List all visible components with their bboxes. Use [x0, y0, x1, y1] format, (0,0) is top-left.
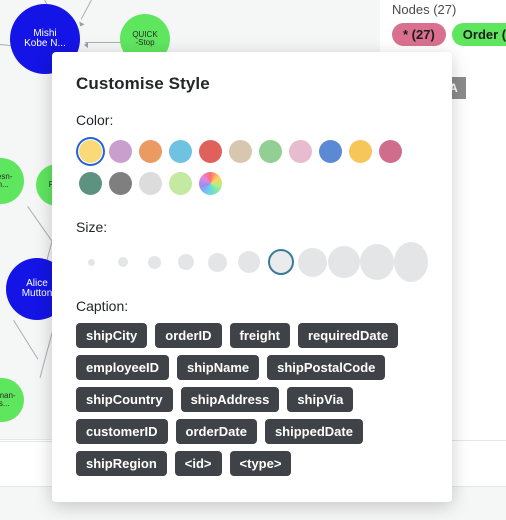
color-swatch-tan[interactable]: [226, 137, 255, 166]
size-option-8[interactable]: [297, 244, 329, 280]
color-swatch-fill: [79, 172, 102, 195]
color-swatch-purple[interactable]: [106, 137, 135, 166]
color-swatch-fill: [169, 172, 192, 195]
caption-option-chip[interactable]: <id>: [174, 451, 222, 476]
color-swatch-gray[interactable]: [106, 169, 135, 198]
size-option-row[interactable]: [76, 242, 428, 282]
caption-section-label: Caption:: [76, 298, 129, 314]
size-option-11[interactable]: [394, 242, 428, 282]
size-option-dot: [118, 257, 129, 267]
graph-node-label: ehman- ns...: [0, 390, 16, 408]
color-swatch-fill: [259, 140, 282, 163]
graph-node-label: QUICK -Stop: [132, 29, 158, 47]
caption-option-chip[interactable]: requiredDate: [297, 323, 399, 348]
caption-option-chip[interactable]: orderDate: [175, 419, 257, 444]
caption-option-chip[interactable]: shipVia: [287, 387, 354, 412]
size-option-9[interactable]: [328, 244, 360, 280]
node-label-chip-all[interactable]: * (27): [392, 23, 446, 46]
size-option-1[interactable]: [76, 244, 108, 280]
size-section-label: Size:: [76, 219, 108, 235]
size-option-5[interactable]: [202, 244, 234, 280]
caption-section: Caption: shipCity orderID freight requiredD…: [76, 298, 428, 476]
color-swatch-red[interactable]: [196, 137, 225, 166]
color-section-label: Color:: [76, 112, 114, 128]
size-option-dot: [267, 249, 294, 275]
color-swatch-fill: [169, 140, 192, 163]
size-option-dot: [148, 255, 162, 269]
size-option-2[interactable]: [108, 244, 140, 280]
graph-edge: [13, 320, 39, 360]
graph-node[interactable]: ehman- ns...: [0, 378, 24, 422]
caption-option-chip[interactable]: orderID: [155, 323, 222, 348]
color-swatch-fill: [319, 140, 342, 163]
node-label-chip-row: * (27) Order (: [388, 17, 506, 46]
caption-option-chip[interactable]: shipName: [176, 355, 260, 380]
color-swatch-color-wheel[interactable]: [196, 169, 225, 198]
color-swatch-fill: [379, 140, 402, 163]
size-option-10[interactable]: [360, 244, 394, 280]
caption-option-chip[interactable]: shipCountry: [76, 387, 173, 412]
color-swatch-fill: [289, 140, 312, 163]
caption-option-chip[interactable]: shipPostalCode: [267, 355, 386, 380]
color-swatch-fill: [349, 140, 372, 163]
color-swatch-fill: [109, 140, 132, 163]
color-swatch-blue[interactable]: [316, 137, 345, 166]
color-swatch-light-green[interactable]: [256, 137, 285, 166]
caption-option-chip[interactable]: shipRegion: [76, 451, 167, 476]
color-swatch-fill: [139, 140, 162, 163]
size-section: Size:: [76, 219, 428, 282]
nodes-heading: Nodes (27): [392, 2, 457, 17]
caption-option-chip[interactable]: freight: [229, 323, 290, 348]
color-swatch-rose[interactable]: [376, 137, 405, 166]
size-option-dot: [297, 247, 327, 277]
color-swatch-pink[interactable]: [286, 137, 315, 166]
color-swatch-yellow[interactable]: [76, 137, 105, 166]
caption-option-chip[interactable]: shipCity: [76, 323, 148, 348]
graph-edge-arrow: [84, 42, 88, 48]
graph-node[interactable]: Wesn- an...: [0, 158, 24, 204]
graph-edge: [80, 0, 92, 20]
size-option-dot: [394, 242, 428, 282]
caption-option-list[interactable]: shipCity orderID freight requiredDate employ…: [76, 323, 428, 476]
size-option-7[interactable]: [265, 244, 297, 280]
size-option-6[interactable]: [234, 244, 266, 280]
color-swatch-teal-green[interactable]: [76, 169, 105, 198]
graph-edge: [85, 42, 121, 43]
caption-option-chip[interactable]: <type>: [229, 451, 292, 476]
caption-option-chip[interactable]: shipAddress: [180, 387, 280, 412]
size-option-dot: [178, 254, 195, 270]
color-swatch-grid[interactable]: [76, 137, 428, 201]
color-swatch-fill: [199, 140, 222, 163]
color-swatch-mint[interactable]: [166, 169, 195, 198]
color-section: Color:: [76, 112, 428, 201]
size-option-dot: [328, 246, 360, 278]
color-wheel-icon: [199, 172, 222, 195]
color-swatch-fill: [79, 140, 102, 163]
size-option-4[interactable]: [171, 244, 203, 280]
caption-option-chip[interactable]: shippedDate: [264, 419, 363, 444]
graph-node-label: Alice Mutton: [21, 277, 53, 299]
size-option-dot: [88, 258, 96, 266]
graph-node-label: Wesn- an...: [0, 171, 13, 189]
caption-option-chip[interactable]: employeeID: [76, 355, 169, 380]
color-swatch-sky-blue[interactable]: [166, 137, 195, 166]
color-swatch-amber[interactable]: [346, 137, 375, 166]
modal-title: Customise Style: [76, 74, 210, 93]
color-swatch-fill: [229, 140, 252, 163]
size-option-3[interactable]: [139, 244, 171, 280]
color-swatch-fill: [109, 172, 132, 195]
size-option-dot: [238, 251, 261, 273]
color-swatch-fill: [139, 172, 162, 195]
color-swatch-light-gray[interactable]: [136, 169, 165, 198]
size-option-dot: [360, 244, 394, 280]
caption-option-chip[interactable]: customerID: [76, 419, 168, 444]
color-swatch-orange[interactable]: [136, 137, 165, 166]
size-option-dot: [208, 252, 228, 272]
customise-style-modal[interactable]: Customise Style Color: Size: Caption: sh…: [52, 52, 452, 502]
node-label-chip-order[interactable]: Order (: [451, 23, 506, 46]
graph-edge-arrow: [77, 21, 85, 28]
graph-node-label: Mishi Kobe N...: [24, 27, 66, 49]
